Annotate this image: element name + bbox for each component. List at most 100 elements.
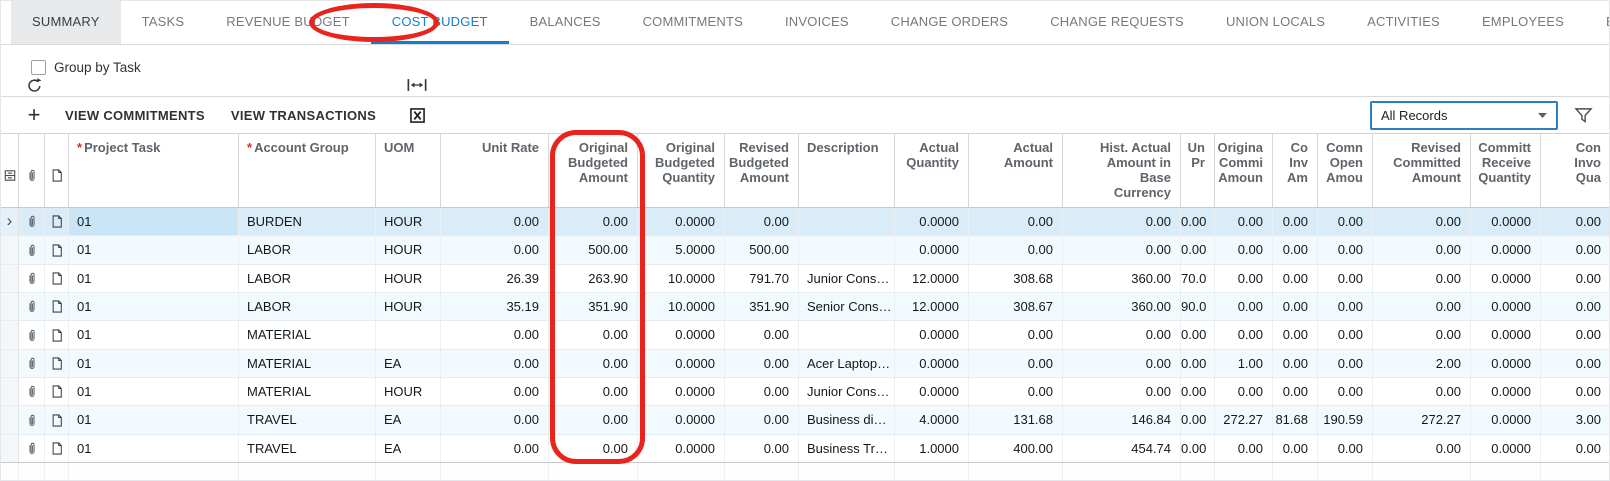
table-row[interactable]: 01MATERIAL0.000.000.00000.000.00000.000.…: [1, 321, 1610, 349]
cell-committed-invoiced-quantity[interactable]: 0.00: [1541, 350, 1610, 377]
cell-revised-budgeted-amount[interactable]: 0.00: [725, 208, 799, 235]
cell-revised-budgeted-amount[interactable]: 0.00: [725, 435, 799, 462]
cell-committed-open-amount[interactable]: 0.00: [1318, 208, 1373, 235]
cell-unit-rate[interactable]: 0.00: [441, 350, 549, 377]
cell-committed-open-amount[interactable]: 0.00: [1318, 378, 1373, 405]
tab-activities[interactable]: ACTIVITIES: [1346, 1, 1461, 44]
cell-revised-budgeted-amount[interactable]: 500.00: [725, 236, 799, 263]
cell-committed-invoiced-quantity[interactable]: 0.00: [1541, 293, 1610, 320]
cell-committed-received-quantity[interactable]: 0.0000: [1471, 236, 1541, 263]
cell-committed-invoiced-amount[interactable]: 0.00: [1273, 435, 1318, 462]
cell-actual-amount[interactable]: 308.67: [969, 293, 1063, 320]
cell-original-committed-amount[interactable]: 272.27: [1215, 406, 1273, 433]
row-selector[interactable]: [1, 321, 19, 348]
row-notes-button[interactable]: [45, 435, 69, 462]
cell-hist-actual-amount-in-base-currency[interactable]: 454.74: [1063, 435, 1181, 462]
cell-project-task[interactable]: 01: [69, 236, 239, 263]
column-header-uom[interactable]: UOM: [376, 134, 441, 207]
row-notes-button[interactable]: [45, 208, 69, 235]
cell-revised-budgeted-amount[interactable]: 791.70: [725, 265, 799, 292]
table-row[interactable]: 01LABORHOUR26.39263.9010.0000791.70Junio…: [1, 265, 1610, 293]
tab-union-locals[interactable]: UNION LOCALS: [1205, 1, 1346, 44]
cell-committed-received-quantity[interactable]: 0.0000: [1471, 208, 1541, 235]
cell-committed-open-amount[interactable]: 0.00: [1318, 435, 1373, 462]
row-files-button[interactable]: [19, 378, 45, 405]
cell-committed-open-amount[interactable]: 0.00: [1318, 265, 1373, 292]
cell-original-committed-amount[interactable]: 0.00: [1215, 208, 1273, 235]
cell-actual-quantity[interactable]: 1.0000: [895, 435, 969, 462]
cell-actual-amount[interactable]: 131.68: [969, 406, 1063, 433]
column-header-project-task[interactable]: *Project Task: [69, 134, 239, 207]
row-files-button[interactable]: [19, 406, 45, 433]
cell-original-budgeted-amount[interactable]: 0.00: [549, 435, 638, 462]
column-header-actual-quantity[interactable]: Actual Quantity: [895, 134, 969, 207]
cell-unit-rate[interactable]: 0.00: [441, 378, 549, 405]
cell-uom[interactable]: HOUR: [376, 236, 441, 263]
cell-actual-quantity[interactable]: 12.0000: [895, 265, 969, 292]
cell-committed-invoiced-amount[interactable]: 81.68: [1273, 406, 1318, 433]
column-header-revised-budgeted-amount[interactable]: Revised Budgeted Amount: [725, 134, 799, 207]
cell-actual-amount[interactable]: 400.00: [969, 435, 1063, 462]
cell-original-committed-amount[interactable]: 0.00: [1215, 265, 1273, 292]
table-row[interactable]: 01TRAVELEA0.000.000.00000.00Business Tr……: [1, 435, 1610, 463]
cell-committed-invoiced-quantity[interactable]: 0.00: [1541, 378, 1610, 405]
row-files-button[interactable]: [19, 293, 45, 320]
cell-committed-invoiced-amount[interactable]: 0.00: [1273, 236, 1318, 263]
cell-revised-budgeted-amount[interactable]: 0.00: [725, 378, 799, 405]
column-header-actual-amount[interactable]: Actual Amount: [969, 134, 1063, 207]
row-files-button[interactable]: [19, 321, 45, 348]
cell-description[interactable]: Business di…: [799, 406, 895, 433]
cell-original-budgeted-quantity[interactable]: 0.0000: [638, 321, 725, 348]
cell-project-task[interactable]: 01: [69, 406, 239, 433]
cell-original-budgeted-quantity[interactable]: 0.0000: [638, 378, 725, 405]
cell-actual-quantity[interactable]: 0.0000: [895, 350, 969, 377]
cell-actual-quantity[interactable]: 0.0000: [895, 236, 969, 263]
add-button[interactable]: +: [19, 100, 49, 130]
cell-revised-committed-amount[interactable]: 0.00: [1373, 378, 1471, 405]
refresh-button[interactable]: [19, 70, 49, 100]
cell-original-budgeted-quantity[interactable]: 5.0000: [638, 236, 725, 263]
cell-account-group[interactable]: MATERIAL: [239, 350, 376, 377]
cell-revised-committed-amount[interactable]: 0.00: [1373, 265, 1471, 292]
row-notes-button[interactable]: [45, 350, 69, 377]
row-notes-button[interactable]: [45, 378, 69, 405]
cell-project-task[interactable]: 01: [69, 378, 239, 405]
cell-original-budgeted-amount[interactable]: 263.90: [549, 265, 638, 292]
tab-change-requests[interactable]: CHANGE REQUESTS: [1029, 1, 1205, 44]
cell-description[interactable]: [799, 208, 895, 235]
view-commitments-button[interactable]: VIEW COMMITMENTS: [65, 100, 205, 130]
cell-unit-price[interactable]: 0.00: [1181, 236, 1215, 263]
cell-revised-committed-amount[interactable]: 0.00: [1373, 321, 1471, 348]
cell-unit-rate[interactable]: 35.19: [441, 293, 549, 320]
table-row[interactable]: 01LABORHOUR35.19351.9010.0000351.90Senio…: [1, 293, 1610, 321]
cell-project-task[interactable]: 01: [69, 350, 239, 377]
cell-original-budgeted-amount[interactable]: 351.90: [549, 293, 638, 320]
cell-revised-budgeted-amount[interactable]: 0.00: [725, 406, 799, 433]
cell-actual-quantity[interactable]: 0.0000: [895, 321, 969, 348]
cell-actual-amount[interactable]: 0.00: [969, 321, 1063, 348]
cell-committed-received-quantity[interactable]: 0.0000: [1471, 378, 1541, 405]
cell-hist-actual-amount-in-base-currency[interactable]: 0.00: [1063, 378, 1181, 405]
cell-unit-price[interactable]: 0.00: [1181, 321, 1215, 348]
cell-committed-invoiced-quantity[interactable]: 3.00: [1541, 406, 1610, 433]
cell-committed-invoiced-amount[interactable]: 0.00: [1273, 350, 1318, 377]
records-filter-dropdown[interactable]: All Records: [1370, 101, 1558, 130]
tab-tasks[interactable]: TASKS: [121, 1, 206, 44]
filter-settings-button[interactable]: [1574, 107, 1593, 124]
cell-actual-quantity[interactable]: 4.0000: [895, 406, 969, 433]
table-row[interactable]: ›01BURDENHOUR0.000.000.00000.000.00000.0…: [1, 208, 1610, 236]
cell-revised-budgeted-amount[interactable]: 351.90: [725, 293, 799, 320]
cell-committed-open-amount[interactable]: 190.59: [1318, 406, 1373, 433]
cell-project-task[interactable]: 01: [69, 293, 239, 320]
cell-committed-invoiced-amount[interactable]: 0.00: [1273, 378, 1318, 405]
cell-account-group[interactable]: TRAVEL: [239, 406, 376, 433]
cell-committed-invoiced-quantity[interactable]: 0.00: [1541, 321, 1610, 348]
cell-actual-amount[interactable]: 0.00: [969, 378, 1063, 405]
cell-hist-actual-amount-in-base-currency[interactable]: 146.84: [1063, 406, 1181, 433]
cell-unit-price[interactable]: 0.00: [1181, 378, 1215, 405]
cell-uom[interactable]: [376, 321, 441, 348]
cell-committed-invoiced-quantity[interactable]: 0.00: [1541, 435, 1610, 462]
cell-revised-committed-amount[interactable]: 272.27: [1373, 406, 1471, 433]
tab-employees[interactable]: EMPLOYEES: [1461, 1, 1585, 44]
cell-original-committed-amount[interactable]: 0.00: [1215, 321, 1273, 348]
